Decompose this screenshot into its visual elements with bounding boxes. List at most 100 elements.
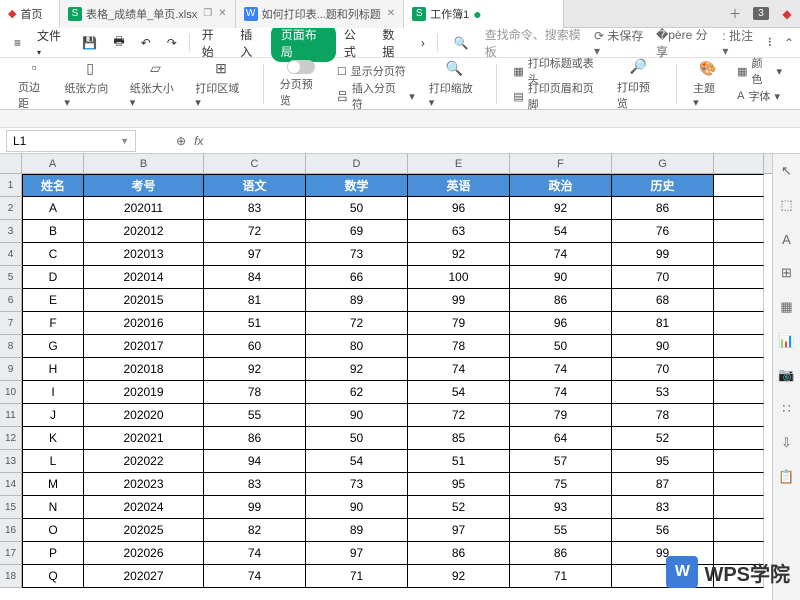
col-header-H[interactable] xyxy=(714,154,764,173)
cell[interactable]: 81 xyxy=(612,312,714,335)
select-all-corner[interactable] xyxy=(0,154,22,173)
cell[interactable]: 202011 xyxy=(84,197,204,220)
menu-data[interactable]: 数据 xyxy=(374,26,413,60)
cell[interactable]: 71 xyxy=(510,565,612,588)
cell[interactable]: 74 xyxy=(510,243,612,266)
row-header[interactable]: 2 xyxy=(0,197,22,220)
cell[interactable]: I xyxy=(22,381,84,404)
orientation-button[interactable]: ▯纸张方向 ▾ xyxy=(60,56,119,111)
cell[interactable]: 74 xyxy=(510,381,612,404)
row-header[interactable]: 1 xyxy=(0,174,22,197)
row-header[interactable]: 16 xyxy=(0,519,22,542)
cell[interactable] xyxy=(714,243,764,266)
menu-print-icon[interactable]: 🖶 xyxy=(105,32,132,53)
col-header-G[interactable]: G xyxy=(612,154,714,173)
cell[interactable]: B xyxy=(22,220,84,243)
row-header[interactable]: 4 xyxy=(0,243,22,266)
cell[interactable]: 60 xyxy=(204,335,306,358)
cell[interactable]: 71 xyxy=(306,565,408,588)
cell[interactable]: 51 xyxy=(204,312,306,335)
cell[interactable] xyxy=(714,473,764,496)
cell[interactable]: 95 xyxy=(612,450,714,473)
print-area-button[interactable]: ⊞打印区域 ▾ xyxy=(191,56,250,111)
insert-page-break-button[interactable]: 吕插入分页符 ▾ xyxy=(333,85,419,108)
cell[interactable]: 82 xyxy=(204,519,306,542)
cell[interactable]: 74 xyxy=(204,542,306,565)
cell[interactable]: 72 xyxy=(306,312,408,335)
style-icon[interactable]: ⊞ xyxy=(778,264,796,282)
header-cell[interactable]: 政治 xyxy=(510,174,612,197)
cell[interactable]: 70 xyxy=(612,266,714,289)
cell[interactable]: 78 xyxy=(204,381,306,404)
cell[interactable]: 99 xyxy=(612,243,714,266)
cell[interactable]: 86 xyxy=(510,542,612,565)
cell[interactable] xyxy=(714,289,764,312)
chevron-down-icon[interactable]: ▼ xyxy=(120,136,129,146)
cell[interactable]: 54 xyxy=(510,220,612,243)
fx-label[interactable]: fx xyxy=(194,134,203,148)
cell[interactable]: 73 xyxy=(306,473,408,496)
cell[interactable] xyxy=(714,266,764,289)
cell[interactable]: 97 xyxy=(408,519,510,542)
cell[interactable]: 86 xyxy=(510,289,612,312)
col-header-E[interactable]: E xyxy=(408,154,510,173)
cell[interactable]: 73 xyxy=(306,243,408,266)
cell[interactable]: 202013 xyxy=(84,243,204,266)
tab-home[interactable]: ◆首页 xyxy=(0,0,60,28)
cell[interactable]: 74 xyxy=(204,565,306,588)
close-icon[interactable]: ✕ xyxy=(218,8,226,19)
margin-button[interactable]: ▫页边距 xyxy=(14,55,54,113)
row-header[interactable]: 15 xyxy=(0,496,22,519)
col-header-F[interactable]: F xyxy=(510,154,612,173)
cell[interactable]: 99 xyxy=(408,289,510,312)
menu-file[interactable]: 文件 ▾ xyxy=(29,27,74,58)
header-cell[interactable]: 英语 xyxy=(408,174,510,197)
cell[interactable]: 74 xyxy=(408,358,510,381)
cell[interactable]: 89 xyxy=(306,289,408,312)
cell[interactable]: N xyxy=(22,496,84,519)
camera-icon[interactable]: 📷 xyxy=(778,366,796,384)
cell[interactable]: 92 xyxy=(510,197,612,220)
row-header[interactable]: 17 xyxy=(0,542,22,565)
cell[interactable]: 63 xyxy=(408,220,510,243)
header-cell[interactable]: 语文 xyxy=(204,174,306,197)
tab-file1[interactable]: S表格_成绩单_单页.xlsx❐✕ xyxy=(60,0,236,28)
cell[interactable]: 83 xyxy=(204,473,306,496)
row-header[interactable]: 7 xyxy=(0,312,22,335)
cell[interactable]: 52 xyxy=(408,496,510,519)
row-header[interactable]: 3 xyxy=(0,220,22,243)
cell[interactable]: H xyxy=(22,358,84,381)
menu-formula[interactable]: 公式 xyxy=(336,26,375,60)
cell[interactable]: 202019 xyxy=(84,381,204,404)
download-icon[interactable]: ⇩ xyxy=(778,434,796,452)
cell[interactable]: 56 xyxy=(612,519,714,542)
cell[interactable]: 83 xyxy=(204,197,306,220)
chart-icon[interactable]: 📊 xyxy=(778,332,796,350)
row-header[interactable]: 14 xyxy=(0,473,22,496)
col-header-A[interactable]: A xyxy=(22,154,84,173)
cell[interactable]: 202021 xyxy=(84,427,204,450)
cell[interactable] xyxy=(714,220,764,243)
cell[interactable]: 74 xyxy=(510,358,612,381)
cell[interactable]: 96 xyxy=(510,312,612,335)
cell[interactable]: 202023 xyxy=(84,473,204,496)
name-box[interactable]: L1▼ xyxy=(6,130,136,152)
cell[interactable] xyxy=(714,358,764,381)
cell[interactable]: 52 xyxy=(612,427,714,450)
cell[interactable]: 50 xyxy=(306,197,408,220)
cell[interactable] xyxy=(714,496,764,519)
cell[interactable]: 85 xyxy=(408,427,510,450)
cell[interactable]: J xyxy=(22,404,84,427)
text-icon[interactable]: A xyxy=(778,230,796,248)
hamburger-icon[interactable]: ≡ xyxy=(6,36,29,50)
cell[interactable]: 79 xyxy=(408,312,510,335)
tab-restore-icon[interactable]: ❐ xyxy=(203,8,212,19)
cell[interactable]: 69 xyxy=(306,220,408,243)
cell[interactable]: 202020 xyxy=(84,404,204,427)
cell[interactable]: 202024 xyxy=(84,496,204,519)
cell[interactable]: 92 xyxy=(408,243,510,266)
cell[interactable]: 72 xyxy=(204,220,306,243)
cell[interactable]: 87 xyxy=(612,473,714,496)
menu-redo-icon[interactable]: ↷ xyxy=(159,36,185,50)
zoom-icon[interactable]: ⊕ xyxy=(176,134,186,148)
